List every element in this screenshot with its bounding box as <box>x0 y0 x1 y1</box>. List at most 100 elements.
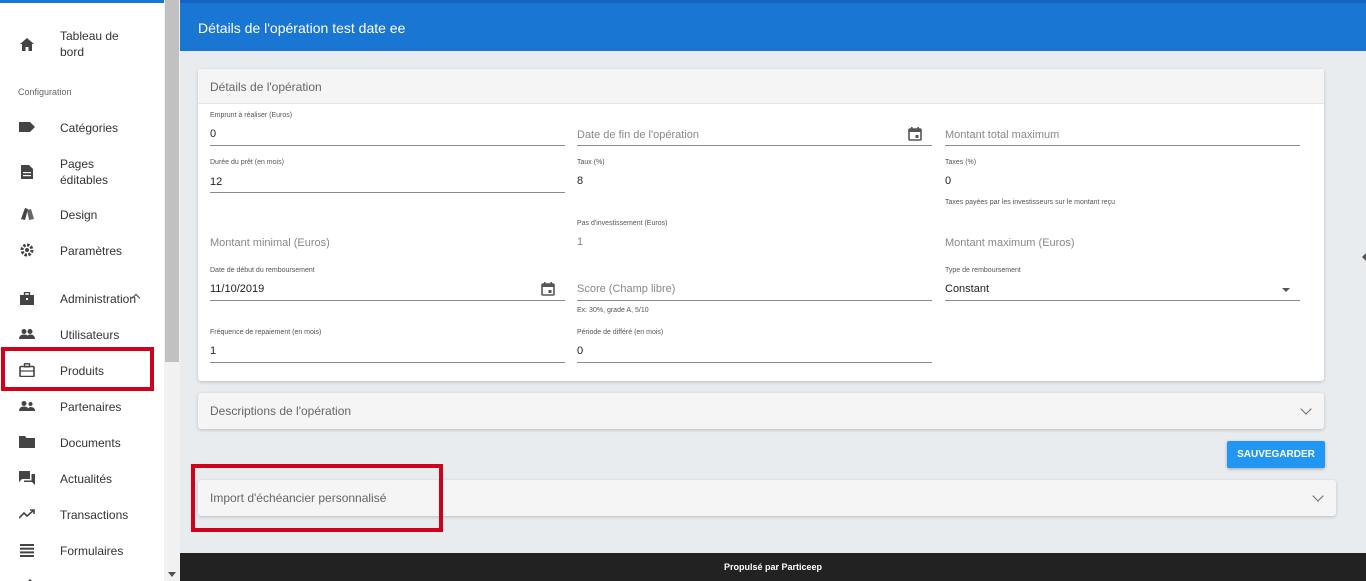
sidebar-item-label: Actualités <box>60 472 113 486</box>
date-fin-field[interactable]: Date de fin de l'opération <box>577 111 932 147</box>
chevron-down-icon[interactable] <box>1300 403 1312 415</box>
date-debut-label: Date de début du remboursement <box>210 267 315 274</box>
emprunt-value: 0 <box>210 128 217 140</box>
taux-label: Taux (%) <box>577 159 605 166</box>
trending-up-icon <box>18 505 36 523</box>
field-underline <box>210 145 565 146</box>
date-debut-value: 11/10/2019 <box>210 283 265 295</box>
sidebar-item-actualites[interactable]: Actualités <box>0 469 164 487</box>
sidebar-item-label: Design <box>60 208 98 222</box>
pas-field: Pas d'investissement (Euros) 1 <box>577 219 932 255</box>
scroll-down-arrow-icon[interactable] <box>168 572 176 577</box>
frequence-value: 1 <box>210 345 217 357</box>
scrollbar-thumb[interactable] <box>165 0 179 362</box>
duree-value: 12 <box>210 176 223 188</box>
calendar-icon[interactable] <box>908 127 922 141</box>
field-underline <box>210 300 565 301</box>
pas-value: 1 <box>577 236 584 248</box>
taxes-value: 0 <box>945 175 952 187</box>
sidebar-item-partial[interactable] <box>0 575 164 581</box>
home-icon <box>18 35 36 53</box>
date-fin-placeholder: Date de fin de l'opération <box>577 129 699 141</box>
card-header: Détails de l'opération <box>198 69 1324 104</box>
highlight-produits <box>1 347 154 391</box>
montant-min-placeholder: Montant minimal (Euros) <box>210 237 330 249</box>
frequence-field[interactable]: Fréquence de repaiement (en mois) 1 <box>210 328 565 364</box>
calendar-icon[interactable] <box>541 282 555 296</box>
field-underline <box>210 362 565 363</box>
sidebar-item-parametres[interactable]: Paramètres <box>0 241 164 259</box>
duree-label: Durée du prêt (en mois) <box>210 159 284 166</box>
sidebar-item-administration[interactable]: Administration <box>0 289 164 307</box>
operation-details-card: Détails de l'opération Emprunt à réalise… <box>198 69 1324 381</box>
save-button[interactable]: SAUVEGARDER <box>1227 441 1325 468</box>
field-underline <box>577 145 932 146</box>
sidebar-item-label: Formulaires <box>60 544 124 558</box>
pas-label: Pas d'investissement (Euros) <box>577 220 668 227</box>
duree-field[interactable]: Durée du prêt (en mois) 12 <box>210 158 565 194</box>
sidebar-item-pages-editables[interactable]: Pages éditables <box>0 155 164 189</box>
periode-label: Période de différé (en mois) <box>577 329 664 336</box>
taxes-help: Taxes payées par les investisseurs sur l… <box>945 199 1116 206</box>
sidebar-item-categories[interactable]: Catégories <box>0 118 164 136</box>
sidebar-item-formulaires[interactable]: Formulaires <box>0 541 164 559</box>
date-debut-field[interactable]: Date de début du remboursement 11/10/201… <box>210 266 565 302</box>
type-label: Type de remboursement <box>945 267 1021 274</box>
sidebar-item-label: Paramètres <box>60 244 123 258</box>
sidebar: Tableau de bord Configuration Catégories… <box>0 0 164 581</box>
montant-max-placeholder: Montant maximum (Euros) <box>945 237 1075 249</box>
sidebar-item-transactions[interactable]: Transactions <box>0 505 164 523</box>
taux-value: 8 <box>577 175 584 187</box>
folder-icon <box>18 433 36 451</box>
montant-total-field[interactable]: Montant total maximum <box>945 111 1300 147</box>
sidebar-item-utilisateurs[interactable]: Utilisateurs <box>0 325 164 343</box>
field-underline <box>945 145 1300 146</box>
people-icon <box>18 325 36 343</box>
type-remboursement-select[interactable]: Type de remboursement Constant <box>945 266 1300 302</box>
chevron-down-icon[interactable] <box>1312 490 1324 502</box>
palette-icon <box>18 205 36 223</box>
field-underline <box>577 362 932 363</box>
briefcase-icon <box>18 289 36 307</box>
emprunt-field[interactable]: Emprunt à réaliser (Euros) 0 <box>210 111 565 147</box>
dropdown-arrow-icon[interactable] <box>1282 288 1290 292</box>
sidebar-item-label: Tableau de bord <box>60 29 119 59</box>
field-underline <box>577 300 932 301</box>
montant-max-field[interactable]: Montant maximum (Euros) <box>945 234 1300 254</box>
sidebar-item-documents[interactable]: Documents <box>0 433 164 451</box>
descriptions-title: Descriptions de l'opération <box>210 404 352 418</box>
field-underline <box>210 192 565 193</box>
forum-icon <box>18 469 36 487</box>
score-field[interactable]: Score (Champ libre) Ex: 30%, grade A, 5/… <box>577 266 932 316</box>
emprunt-label: Emprunt à réaliser (Euros) <box>210 112 293 119</box>
montant-min-field[interactable]: Montant minimal (Euros) <box>210 234 565 254</box>
section-configuration-label: Configuration <box>18 87 72 97</box>
label-icon <box>18 118 36 136</box>
periode-field[interactable]: Période de différé (en mois) 0 <box>577 328 932 364</box>
sidebar-item-label: Transactions <box>60 508 129 522</box>
taxes-label: Taxes (%) <box>945 159 977 166</box>
document-icon <box>18 163 36 181</box>
sidebar-item-tableau-de-bord[interactable]: Tableau de bord <box>0 27 164 61</box>
gear-icon <box>18 241 36 259</box>
sidebar-scrollbar[interactable] <box>164 0 180 581</box>
taxes-field: Taxes (%) 0 Taxes payées par les investi… <box>945 158 1300 210</box>
page-header: Détails de l'opération test date ee <box>180 0 1366 51</box>
periode-value: 0 <box>577 345 584 357</box>
edit-icon <box>18 575 36 581</box>
page-title: Détails de l'opération test date ee <box>198 20 406 36</box>
type-value: Constant <box>945 283 990 295</box>
sidebar-item-partenaires[interactable]: Partenaires <box>0 397 164 415</box>
sidebar-item-design[interactable]: Design <box>0 205 164 223</box>
highlight-import <box>191 464 443 532</box>
sidebar-item-label: Pages éditables <box>60 157 109 187</box>
montant-total-placeholder: Montant total maximum <box>945 129 1060 141</box>
list-icon <box>18 541 36 559</box>
sidebar-item-label: Partenaires <box>60 400 122 414</box>
descriptions-panel[interactable]: Descriptions de l'opération <box>198 393 1324 429</box>
sidebar-item-label: Utilisateurs <box>60 328 120 342</box>
score-placeholder: Score (Champ libre) <box>577 283 676 295</box>
taux-field: Taux (%) 8 <box>577 158 932 194</box>
page-scroll-indicator-icon <box>1362 253 1366 261</box>
partners-icon <box>18 397 36 415</box>
